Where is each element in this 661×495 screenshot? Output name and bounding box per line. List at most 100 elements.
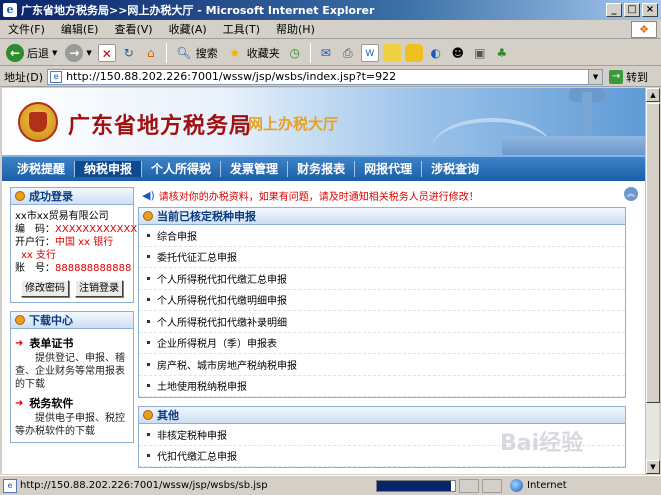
list-item[interactable]: 个人所得税代扣代缴补录明细 xyxy=(139,311,625,333)
notice-text: 请核对你的办税资料，如果有问题，请及时通知相关税务人员进行修改！ xyxy=(158,191,479,203)
qq-icon[interactable]: ☻ xyxy=(449,44,467,62)
bullet-icon xyxy=(147,298,150,302)
notice-bar: ◀) 请核对你的办税资料，如果有问题，请及时通知相关税务人员进行修改！ ︽ xyxy=(142,187,642,203)
forward-button[interactable]: → ▼ xyxy=(63,42,93,64)
nav-agent[interactable]: 网报代理 xyxy=(355,161,423,177)
status-cell xyxy=(459,478,479,493)
favorites-button[interactable]: ★ 收藏夹 xyxy=(224,42,282,64)
search-label: 搜索 xyxy=(195,46,218,60)
address-url[interactable]: http://150.88.202.226:7001/wssw/jsp/wsbs… xyxy=(66,70,588,83)
nav-tax-query[interactable]: 涉税查询 xyxy=(422,161,488,177)
search-icon: 🔍︎ xyxy=(176,45,192,60)
code-value: XXXXXXXXXXXX xyxy=(55,224,138,235)
list-item[interactable]: 综合申报 xyxy=(139,225,625,247)
chevron-down-icon[interactable]: ▼ xyxy=(588,69,603,84)
account-value: 888888888888 xyxy=(55,263,132,274)
download-body: ➜ 表单证书 提供登记、申报、稽查、企业财务等常用报表的下载 ➜ 税务软件 提供… xyxy=(11,329,133,442)
back-button[interactable]: ← 后退 ▼ xyxy=(4,42,59,64)
menu-favorites[interactable]: 收藏(A) xyxy=(161,21,215,37)
bullet-icon xyxy=(147,276,150,280)
bullet-icon xyxy=(147,255,150,259)
vertical-scrollbar[interactable]: ▲ ▼ xyxy=(645,88,660,474)
extension-icon[interactable]: ♣ xyxy=(493,44,511,62)
go-arrow-icon: → xyxy=(609,69,624,84)
discuss-icon[interactable] xyxy=(382,43,401,62)
progress-fill xyxy=(377,480,452,491)
download-panel-header: 下载中心 xyxy=(11,312,133,329)
go-button[interactable]: → 转到 xyxy=(609,69,648,85)
refresh-icon[interactable]: ↻ xyxy=(120,44,138,62)
stop-icon[interactable]: ✕ xyxy=(97,43,116,62)
bullet-icon xyxy=(147,384,150,388)
bullet-icon xyxy=(143,410,153,420)
edit-word-icon[interactable]: W xyxy=(360,43,379,62)
bullet-icon xyxy=(147,362,150,366)
nav-financial-report[interactable]: 财务报表 xyxy=(288,161,356,177)
speaker-icon: ◀) xyxy=(142,188,155,202)
left-column: 成功登录 xx市xx贸易有限公司 编 码：XXXXXXXXXXXX 开户行：中国… xyxy=(10,187,138,451)
tool-extension-icon[interactable]: ▣ xyxy=(471,44,489,62)
software-link[interactable]: ➜ 税务软件 xyxy=(15,397,129,410)
nav-income-tax[interactable]: 个人所得税 xyxy=(142,161,222,177)
address-input[interactable]: e http://150.88.202.226:7001/wssw/jsp/ws… xyxy=(47,68,604,85)
nav-tax-filing[interactable]: 纳税申报 xyxy=(75,161,143,177)
scroll-down-icon[interactable]: ▼ xyxy=(646,460,660,474)
title-bar: e 广东省地方税务局>>网上办税大厅 - Microsoft Internet … xyxy=(0,0,661,20)
menu-edit[interactable]: 编辑(E) xyxy=(53,21,107,37)
page-viewport: 广东省地方税务局 网上办税大厅 涉税提醒 纳税申报 个人所得税 发票管理 财务报… xyxy=(2,88,645,474)
address-label: 地址(D) xyxy=(4,70,44,84)
approved-tax-title: 当前已核定税种申报 xyxy=(157,210,256,223)
scroll-up-icon[interactable]: ▲ xyxy=(646,88,660,102)
logout-button[interactable]: 注销登录 xyxy=(75,280,123,297)
list-item[interactable]: 房产税、城市房地产税纳税申报 xyxy=(139,354,625,376)
print-icon[interactable]: ⎙ xyxy=(339,44,357,62)
maximize-button[interactable]: □ xyxy=(624,3,640,17)
change-password-button[interactable]: 修改密码 xyxy=(21,280,69,297)
download-panel: 下载中心 ➜ 表单证书 提供登记、申报、稽查、企业财务等常用报表的下载 ➜ 税务… xyxy=(10,311,134,443)
hall-name: 网上办税大厅 xyxy=(248,115,339,133)
list-item[interactable]: 个人所得税代扣代缴汇总申报 xyxy=(139,268,625,290)
forms-desc: 提供登记、申报、稽查、企业财务等常用报表的下载 xyxy=(15,353,125,390)
status-bar: e http://150.88.202.226:7001/wssw/jsp/ws… xyxy=(0,475,661,495)
window-controls: _ □ × xyxy=(606,3,658,17)
scroll-thumb[interactable] xyxy=(646,103,660,403)
back-arrow-icon: ← xyxy=(6,43,24,62)
login-panel: 成功登录 xx市xx贸易有限公司 编 码：XXXXXXXXXXXX 开户行：中国… xyxy=(10,187,138,303)
tax-emblem-icon xyxy=(18,102,58,142)
search-button[interactable]: 🔍︎ 搜索 xyxy=(173,42,220,64)
minimize-button[interactable]: _ xyxy=(606,3,622,17)
login-title: 成功登录 xyxy=(29,190,73,203)
list-item[interactable]: 企业所得税月（季）申报表 xyxy=(139,333,625,354)
nav-invoice[interactable]: 发票管理 xyxy=(221,161,289,177)
ie-icon: e xyxy=(3,3,17,17)
approved-tax-header: 当前已核定税种申报 xyxy=(139,208,625,225)
list-item[interactable]: 个人所得税代扣代缴明细申报 xyxy=(139,290,625,311)
chevron-down-icon[interactable]: ▼ xyxy=(86,49,91,57)
other-title: 其他 xyxy=(157,409,179,422)
list-item[interactable]: 土地使用税纳税申报 xyxy=(139,376,625,397)
home-icon[interactable]: ⌂ xyxy=(142,44,160,62)
security-zone: Internet xyxy=(510,479,567,492)
collapse-up-icon[interactable]: ︽ xyxy=(624,187,638,201)
menu-file[interactable]: 文件(F) xyxy=(0,21,53,37)
globe-icon xyxy=(510,479,523,492)
messenger-icon[interactable] xyxy=(404,43,423,62)
research-icon[interactable]: ◐ xyxy=(427,44,445,62)
download-title: 下载中心 xyxy=(29,314,73,327)
menu-tools[interactable]: 工具(T) xyxy=(215,21,268,37)
forms-link[interactable]: ➜ 表单证书 xyxy=(15,337,129,350)
close-button[interactable]: × xyxy=(642,3,658,17)
history-icon[interactable]: ◷ xyxy=(286,44,304,62)
bullet-icon xyxy=(147,233,150,237)
status-cell xyxy=(482,478,502,493)
chevron-down-icon[interactable]: ▼ xyxy=(52,49,57,57)
menu-view[interactable]: 查看(V) xyxy=(106,21,160,37)
mail-icon[interactable]: ✉ xyxy=(317,44,335,62)
watermark: Bai经验 xyxy=(500,431,584,456)
arrow-right-icon: ➜ xyxy=(15,398,24,409)
nav-tax-reminder[interactable]: 涉税提醒 xyxy=(8,161,76,177)
back-label: 后退 xyxy=(27,46,49,60)
menu-help[interactable]: 帮助(H) xyxy=(268,21,323,37)
list-item[interactable]: 委托代征汇总申报 xyxy=(139,247,625,268)
building-image xyxy=(502,136,645,155)
